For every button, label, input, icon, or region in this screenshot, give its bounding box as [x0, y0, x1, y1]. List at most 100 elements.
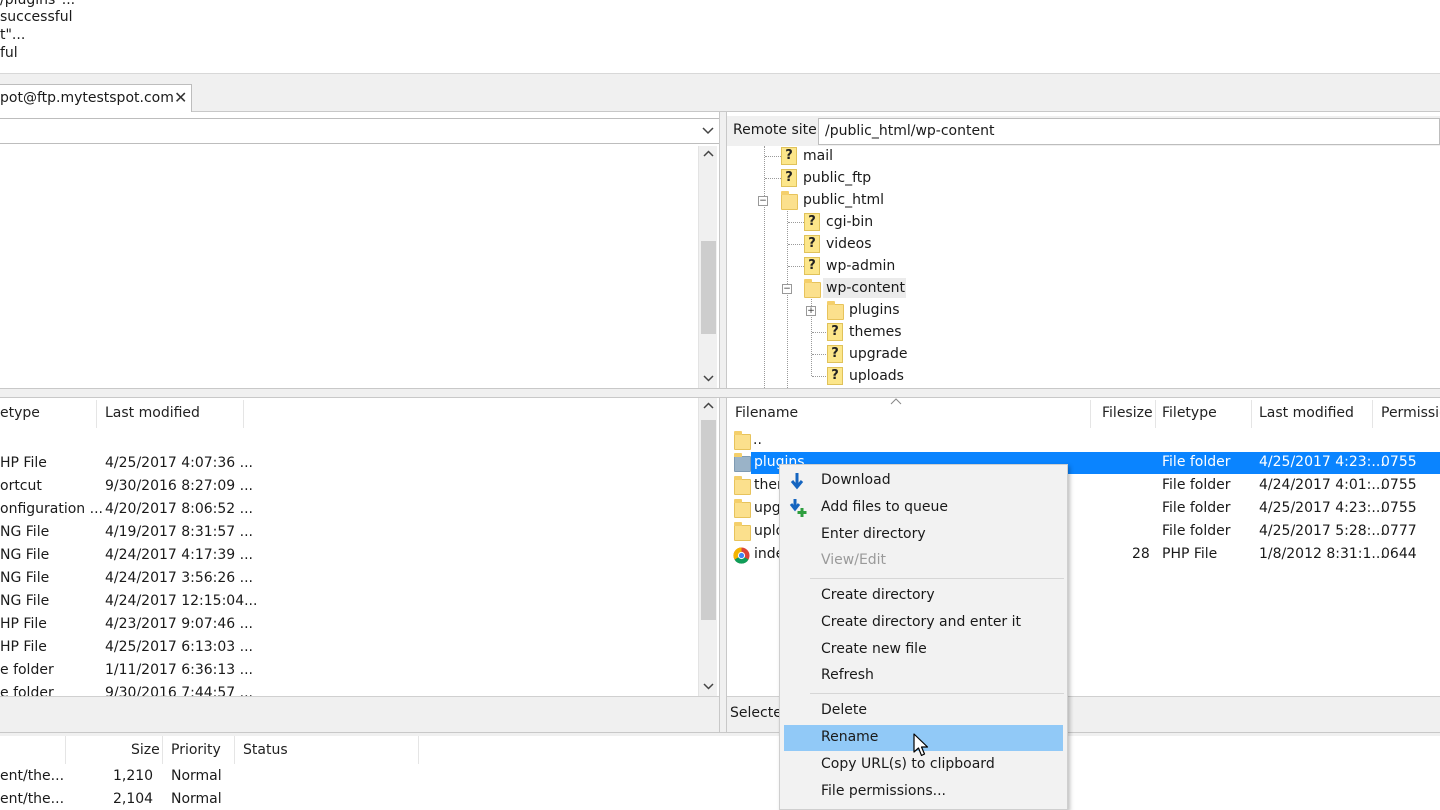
- menu-item-label: Create directory and enter it: [821, 614, 1022, 630]
- remote-status-text: Selecte: [730, 705, 782, 721]
- tree-item-label: cgi-bin: [826, 214, 874, 230]
- menu-item-label: Enter directory: [821, 526, 926, 542]
- menu-item-label: Delete: [821, 702, 867, 718]
- folder-icon: [734, 431, 751, 450]
- menu-item-refresh[interactable]: Refresh: [780, 663, 1067, 689]
- horizontal-splitter[interactable]: [0, 388, 1440, 398]
- local-file-list[interactable]: etype Last modified HP File 4/25/2017 4:…: [0, 398, 698, 696]
- tree-item-label: videos: [826, 236, 872, 252]
- local-file-modified: 4/25/2017 6:13:03 ...: [105, 639, 254, 655]
- expand-toggle-icon[interactable]: +: [806, 306, 816, 316]
- queue-size: 1,210: [113, 768, 154, 784]
- local-file-type: HP File: [0, 455, 47, 471]
- scroll-thumb[interactable]: [701, 241, 716, 334]
- file-permissions: 0777: [1381, 523, 1417, 539]
- remote-tree[interactable]: ? mail ? public_ftp − public_html ? cgi-…: [727, 146, 1440, 388]
- collapse-toggle-icon[interactable]: −: [782, 284, 792, 294]
- site-tab-label: pot@ftp.mytestspot.com: [0, 90, 174, 106]
- local-file-modified: 4/23/2017 9:07:46 ...: [105, 616, 254, 632]
- scroll-down-icon[interactable]: [700, 372, 717, 387]
- menu-item-file-permissions[interactable]: File permissions...: [780, 779, 1067, 805]
- local-file-type: e folder: [0, 685, 54, 696]
- local-file-modified: 4/19/2017 8:31:57 ...: [105, 524, 254, 540]
- local-file-modified: 4/24/2017 3:56:26 ...: [105, 570, 254, 586]
- folder-icon: [734, 522, 751, 541]
- scroll-down-icon[interactable]: [700, 680, 717, 695]
- question-folder-icon: ?: [781, 169, 797, 187]
- local-file-modified: 4/24/2017 4:17:39 ...: [105, 547, 254, 563]
- local-file-type: NG File: [0, 570, 50, 586]
- log-line: ful: [0, 45, 18, 61]
- scroll-up-icon[interactable]: [700, 400, 717, 415]
- menu-item-label: Refresh: [821, 667, 874, 683]
- menu-separator: [810, 693, 1064, 694]
- local-dropdown-arrow[interactable]: [700, 122, 716, 140]
- table-row[interactable]: ..: [727, 430, 1440, 453]
- local-file-type: HP File: [0, 616, 47, 632]
- site-tab[interactable]: pot@ftp.mytestspot.com ✕: [0, 84, 192, 112]
- local-file-modified: 9/30/2016 8:27:09 ...: [105, 478, 254, 494]
- file-type: File folder: [1162, 454, 1231, 470]
- remote-site-label: Remote site:: [733, 122, 822, 138]
- menu-item-label: Add files to queue: [821, 499, 948, 515]
- column-header-filetype[interactable]: etype: [0, 405, 40, 421]
- file-permissions: 0755: [1381, 477, 1417, 493]
- column-header-size[interactable]: Size: [131, 742, 160, 758]
- menu-item-view-edit: View/Edit: [780, 548, 1067, 574]
- file-name: ..: [753, 432, 762, 448]
- menu-item-download[interactable]: Download: [780, 468, 1067, 494]
- column-header-permissions[interactable]: Permissio: [1381, 405, 1440, 421]
- download-arrow-icon: [790, 473, 804, 490]
- file-permissions: 0755: [1381, 500, 1417, 516]
- collapse-toggle-icon[interactable]: −: [758, 196, 768, 206]
- scroll-up-icon[interactable]: [700, 148, 717, 163]
- column-header-status[interactable]: Status: [243, 742, 288, 758]
- message-log: /plugins"... successful t"... ful: [0, 0, 1440, 74]
- close-icon[interactable]: ✕: [174, 88, 187, 107]
- local-path-bar[interactable]: ⌵: [0, 118, 720, 144]
- table-row[interactable]: ent/the... 2,104 Normal: [0, 789, 420, 810]
- folder-icon: [734, 453, 751, 472]
- chevron-down-icon: [702, 127, 714, 135]
- local-file-modified: 1/11/2017 6:36:13 ...: [105, 662, 254, 678]
- menu-separator: [810, 578, 1064, 579]
- column-header-filetype[interactable]: Filetype: [1162, 405, 1217, 421]
- local-tree-scrollbar[interactable]: [698, 146, 717, 388]
- tree-item-label: mail: [803, 148, 833, 164]
- transfer-queue[interactable]: Size Priority Status ent/the... 1,210 No…: [0, 736, 1440, 810]
- local-file-type: e folder: [0, 662, 54, 678]
- menu-item-create-directory-enter[interactable]: Create directory and enter it: [780, 610, 1067, 636]
- local-file-type: HP File: [0, 639, 47, 655]
- column-header-last-modified[interactable]: Last modified: [105, 405, 200, 421]
- file-modified: 4/25/2017 4:23:...: [1259, 500, 1385, 516]
- queue-file: ent/the...: [0, 791, 65, 807]
- remote-path-value: /public_html/wp-content: [825, 123, 995, 139]
- menu-item-label: View/Edit: [821, 552, 887, 568]
- table-row[interactable]: ent/the... 1,210 Normal: [0, 766, 420, 788]
- column-header-last-modified[interactable]: Last modified: [1259, 405, 1354, 421]
- local-list-scrollbar[interactable]: [698, 398, 717, 696]
- menu-item-create-new-file[interactable]: Create new file: [780, 637, 1067, 663]
- local-file-modified: 4/25/2017 4:07:36 ...: [105, 455, 254, 471]
- column-header-filename[interactable]: Filename: [735, 405, 798, 421]
- tree-item-label: wp-content: [826, 280, 905, 296]
- local-file-type: onfiguration ...: [0, 501, 103, 517]
- remote-path-input[interactable]: /public_html/wp-content: [818, 118, 1440, 145]
- file-modified: 4/25/2017 4:23:...: [1259, 454, 1385, 470]
- local-tree[interactable]: [0, 146, 698, 388]
- local-file-modified: 4/24/2017 12:15:04...: [105, 593, 258, 609]
- menu-item-delete[interactable]: Delete: [780, 698, 1067, 724]
- pane-splitter[interactable]: [719, 112, 727, 732]
- menu-item-add-to-queue[interactable]: Add files to queue: [780, 495, 1067, 521]
- menu-item-enter-directory[interactable]: Enter directory: [780, 522, 1067, 548]
- scroll-thumb[interactable]: [701, 420, 716, 620]
- menu-item-label: Rename: [821, 729, 879, 745]
- queue-priority: Normal: [171, 791, 222, 807]
- column-header-filesize[interactable]: Filesize: [1102, 405, 1153, 421]
- menu-item-create-directory[interactable]: Create directory: [780, 583, 1067, 609]
- menu-item-label: Create directory: [821, 587, 935, 603]
- column-header-priority[interactable]: Priority: [171, 742, 221, 758]
- file-permissions: 0644: [1381, 546, 1417, 562]
- local-file-type: ortcut: [0, 478, 42, 494]
- local-file-modified: 4/20/2017 8:06:52 ...: [105, 501, 254, 517]
